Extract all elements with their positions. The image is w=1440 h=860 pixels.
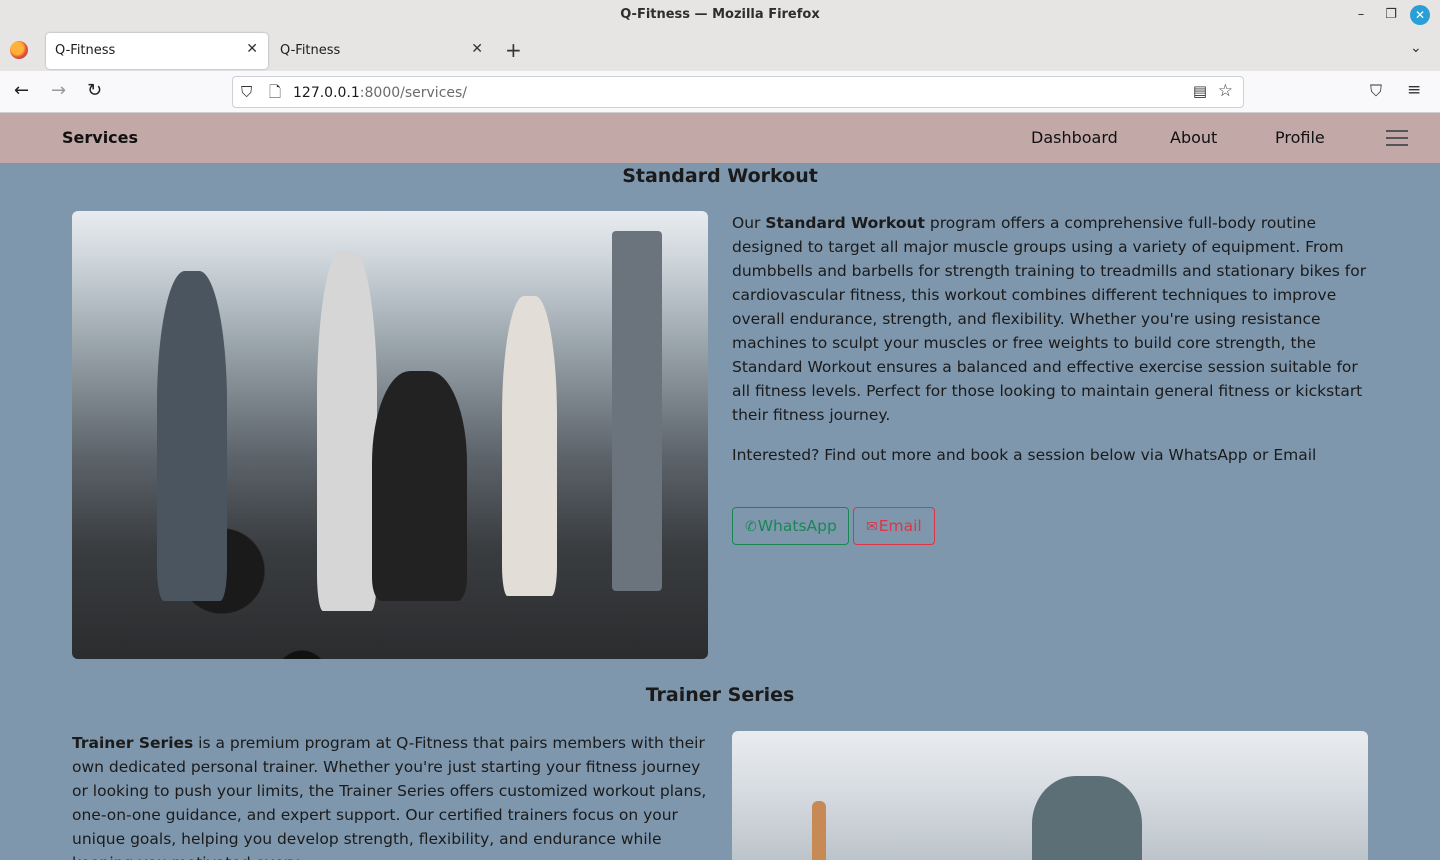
photo-figure	[502, 296, 557, 596]
url-bar[interactable]: ⛉ 🗋 127.0.0.1:8000/services/ ▤ ☆	[232, 76, 1244, 108]
tab-strip: Q-Fitness ✕ Q-Fitness ✕ + ⌄	[0, 30, 1440, 71]
maximize-icon[interactable]: ❐	[1381, 5, 1401, 25]
photo-object	[812, 801, 826, 860]
photo-figure	[1032, 776, 1142, 860]
photo-figure	[157, 271, 227, 601]
program-name: Standard Workout	[765, 214, 925, 232]
bookmark-star-icon[interactable]: ☆	[1218, 81, 1233, 101]
url-path: :8000/services/	[359, 85, 468, 101]
program-name: Trainer Series	[72, 734, 194, 752]
booking-cta-text: Interested? Find out more and book a ses…	[732, 446, 1317, 464]
url-host: 127.0.0.1	[293, 85, 360, 101]
navbar-brand[interactable]: Services	[62, 128, 138, 147]
whatsapp-icon: ✆	[745, 519, 757, 535]
intro-text: Our	[732, 214, 766, 232]
chevron-down-icon[interactable]: ⌄	[1410, 40, 1422, 56]
description-text: is a premium program at Q-Fitness that p…	[72, 734, 707, 860]
reader-view-icon[interactable]: ▤	[1193, 82, 1207, 100]
trainer-series-description: Trainer Series is a premium program at Q…	[72, 731, 712, 860]
close-tab-icon[interactable]: ✕	[246, 41, 258, 57]
section-title-standard-workout: Standard Workout	[622, 165, 818, 187]
site-navbar: Services Dashboard About Profile	[0, 113, 1440, 163]
forward-arrow-icon[interactable]: →	[51, 81, 66, 101]
tab-active[interactable]: Q-Fitness ✕	[46, 33, 268, 69]
nav-link-dashboard[interactable]: Dashboard	[1031, 128, 1118, 147]
tab-label: Q-Fitness	[280, 43, 341, 58]
photo-figure	[372, 371, 467, 601]
email-button[interactable]: ✉Email	[853, 507, 935, 545]
close-tab-icon[interactable]: ✕	[471, 41, 483, 57]
shield-icon[interactable]: ⛉	[241, 83, 252, 101]
nav-link-profile[interactable]: Profile	[1275, 128, 1325, 147]
url-text[interactable]: 127.0.0.1:8000/services/	[293, 85, 467, 101]
photo-figure	[317, 251, 377, 611]
whatsapp-label: WhatsApp	[757, 517, 837, 535]
new-tab-icon[interactable]: +	[505, 38, 522, 62]
email-label: Email	[878, 517, 922, 535]
tab-label: Q-Fitness	[55, 43, 116, 58]
minimize-icon[interactable]: –	[1351, 5, 1371, 25]
pocket-icon[interactable]: ⛉	[1370, 81, 1382, 101]
window-title: Q-Fitness — Mozilla Firefox	[620, 7, 820, 22]
close-window-icon[interactable]: ✕	[1410, 5, 1430, 25]
window-titlebar: Q-Fitness — Mozilla Firefox – ❐ ✕	[0, 0, 1440, 30]
reload-icon[interactable]: ↻	[87, 81, 102, 101]
standard-workout-description: Our Standard Workout program offers a co…	[732, 211, 1368, 427]
section-title-trainer-series: Trainer Series	[645, 684, 795, 706]
nav-link-about[interactable]: About	[1170, 128, 1217, 147]
back-arrow-icon[interactable]: ←	[14, 81, 29, 101]
envelope-icon: ✉	[866, 519, 878, 535]
tab-inactive[interactable]: Q-Fitness ✕	[271, 33, 493, 69]
app-menu-icon[interactable]: ≡	[1407, 80, 1421, 100]
description-text: program offers a comprehensive full-body…	[732, 214, 1367, 424]
trainer-photo	[732, 731, 1368, 860]
gym-workout-photo	[72, 211, 708, 659]
firefox-logo-icon	[10, 41, 28, 59]
photo-machine	[612, 231, 662, 591]
browser-toolbar: ← → ↻ ⛉ 🗋 127.0.0.1:8000/services/ ▤ ☆ ⛉…	[0, 71, 1440, 113]
hamburger-menu-icon[interactable]	[1386, 130, 1408, 146]
page-icon: 🗋	[269, 83, 282, 101]
whatsapp-button[interactable]: ✆WhatsApp	[732, 507, 849, 545]
